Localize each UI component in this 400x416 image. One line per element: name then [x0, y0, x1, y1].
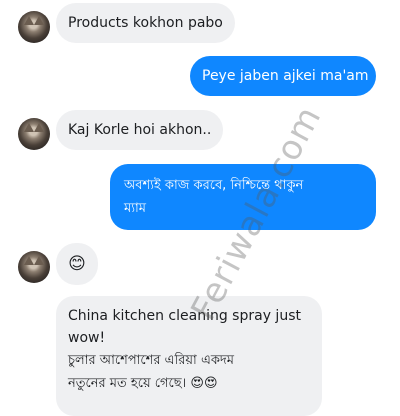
- message-text-line: China kitchen cleaning spray just: [68, 308, 301, 324]
- incoming-message[interactable]: Kaj Korle hoi akhon..: [56, 110, 224, 150]
- message-text: Kaj Korle hoi akhon..: [68, 122, 212, 138]
- incoming-message[interactable]: Products kokhon pabo: [56, 3, 235, 43]
- message-text-line: ম্যাম: [124, 201, 146, 216]
- message-text-line: অবশ্যই কাজ করবে, নিশ্চিন্তে থাকুন: [124, 178, 304, 193]
- incoming-emoji-message[interactable]: 😊: [56, 243, 98, 285]
- contact-avatar[interactable]: [18, 118, 50, 150]
- outgoing-message[interactable]: Peye jaben ajkei ma'am: [190, 56, 376, 96]
- smiling-face-emoji: 😊: [68, 254, 86, 274]
- incoming-message[interactable]: China kitchen cleaning spray just wow! চ…: [56, 296, 322, 416]
- contact-avatar[interactable]: [18, 11, 50, 43]
- message-text-line: চুলার আশেপাশের এরিয়া একদম: [68, 353, 234, 368]
- message-text-line: wow!: [68, 330, 106, 346]
- message-text-line: নতুনের মত হয়ে গেছে। 😍😍: [68, 376, 218, 391]
- message-text: Products kokhon pabo: [68, 15, 223, 31]
- contact-avatar[interactable]: [18, 251, 50, 283]
- message-text: Peye jaben ajkei ma'am: [202, 68, 369, 84]
- outgoing-message[interactable]: অবশ্যই কাজ করবে, নিশ্চিন্তে থাকুন ম্যাম: [110, 164, 376, 230]
